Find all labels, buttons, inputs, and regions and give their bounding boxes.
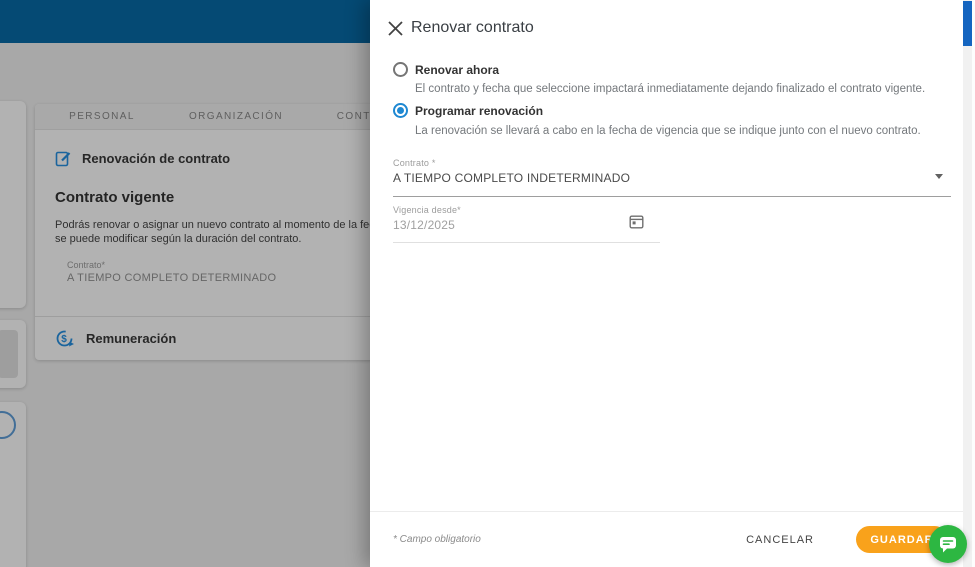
app-window: ⚙ PERSONAL ORGANIZACIÓN CONTRATO Renovac… (0, 0, 975, 567)
drawer-header: Renovar contrato (370, 0, 963, 50)
start-date-label: Vigencia desde* (393, 205, 461, 215)
option-description: La renovación se llevará a cabo en la fe… (415, 125, 921, 137)
start-date-field[interactable]: Vigencia desde* 13/12/2025 (393, 205, 660, 243)
required-fields-note: * Campo obligatorio (393, 534, 481, 545)
contract-select-field[interactable]: Contrato * A TIEMPO COMPLETO INDETERMINA… (393, 158, 951, 197)
option-label[interactable]: Programar renovación (415, 104, 543, 118)
renew-contract-drawer: Renovar contrato Renovar ahora El contra… (370, 0, 963, 567)
page-scrollbar-thumb[interactable] (963, 1, 972, 46)
page-scrollbar-track[interactable] (963, 0, 972, 567)
drawer-title: Renovar contrato (411, 19, 534, 36)
option-description: El contrato y fecha que seleccione impac… (415, 83, 926, 95)
chat-bubble-icon (940, 537, 956, 553)
radio-unselected-icon[interactable] (393, 62, 408, 77)
chat-widget-button[interactable] (929, 525, 967, 563)
calendar-icon[interactable] (629, 214, 644, 229)
contract-select-label: Contrato * (393, 158, 436, 168)
cancel-button[interactable]: CANCELAR (746, 534, 814, 546)
close-icon[interactable] (387, 20, 404, 37)
start-date-value: 13/12/2025 (393, 218, 456, 232)
contract-select-value: A TIEMPO COMPLETO INDETERMINADO (393, 171, 631, 185)
option-label[interactable]: Renovar ahora (415, 63, 499, 77)
radio-selected-icon[interactable] (393, 103, 408, 118)
chevron-down-icon[interactable] (935, 174, 943, 179)
drawer-footer: * Campo obligatorio CANCELAR GUARDAR (370, 512, 963, 567)
